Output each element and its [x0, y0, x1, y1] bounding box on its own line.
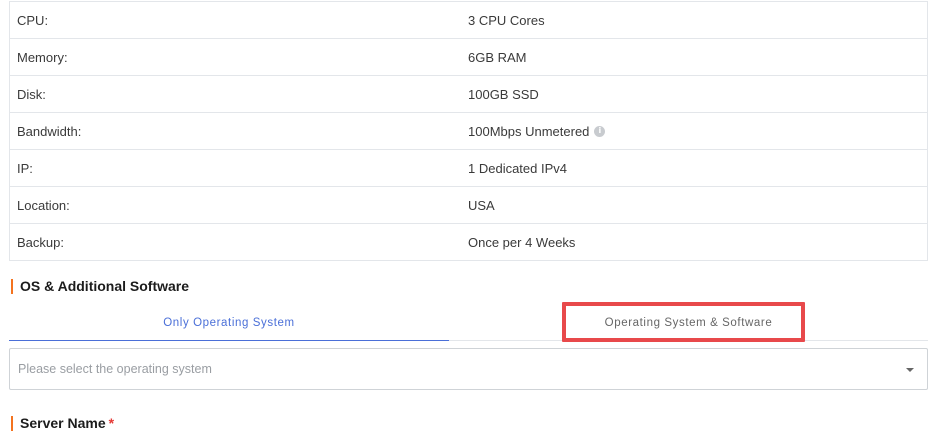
- spec-label: Location:: [17, 197, 70, 213]
- spec-value-text: 100GB SSD: [468, 86, 539, 102]
- highlight-box: [562, 302, 805, 342]
- spec-value-text: USA: [468, 197, 495, 213]
- spec-label: IP:: [17, 160, 33, 176]
- spec-value: 3 CPU Cores: [468, 13, 545, 28]
- spec-row-ip: IP: 1 Dedicated IPv4: [10, 150, 927, 187]
- spec-value: Once per 4 Weeks: [468, 235, 575, 250]
- os-select-dropdown[interactable]: Please select the operating system: [9, 348, 928, 390]
- spec-row-backup: Backup: Once per 4 Weeks: [10, 224, 927, 261]
- spec-value: 1 Dedicated IPv4: [468, 161, 567, 176]
- spec-label: CPU:: [17, 12, 49, 28]
- spec-label: Memory:: [17, 49, 68, 65]
- spec-value: 100GB SSD: [468, 87, 539, 102]
- spec-row-bandwidth: Bandwidth: 100Mbps Unmetered i: [10, 113, 927, 150]
- spec-row-cpu: CPU: 3 CPU Cores: [10, 2, 927, 39]
- chevron-down-icon: [906, 368, 914, 372]
- spec-value-text: 6GB RAM: [468, 49, 527, 65]
- spec-label: Disk:: [17, 86, 46, 102]
- spec-value: 100Mbps Unmetered i: [468, 123, 606, 139]
- spec-value-text: 100Mbps Unmetered: [468, 123, 590, 139]
- os-section-title: OS & Additional Software: [11, 279, 189, 294]
- info-icon[interactable]: i: [594, 125, 606, 137]
- spec-value-text: 1 Dedicated IPv4: [468, 160, 568, 176]
- os-select-placeholder: Please select the operating system: [18, 362, 212, 376]
- server-name-title: Server Name *: [11, 416, 114, 431]
- spec-row-memory: Memory: 6GB RAM: [10, 39, 927, 76]
- spec-value: USA: [468, 198, 495, 213]
- spec-row-location: Location: USA: [10, 187, 927, 224]
- spec-value-text: 3 CPU Cores: [468, 12, 545, 28]
- spec-row-disk: Disk: 100GB SSD: [10, 76, 927, 113]
- specs-table: CPU: 3 CPU Cores Memory: 6GB RAM Disk: 1…: [9, 1, 928, 261]
- spec-value: 6GB RAM: [468, 50, 527, 65]
- server-name-label: Server Name: [20, 415, 106, 431]
- spec-label: Backup:: [17, 234, 64, 250]
- spec-value-text: Once per 4 Weeks: [468, 234, 576, 250]
- required-marker: *: [108, 415, 115, 431]
- tab-only-operating-system[interactable]: Only Operating System: [9, 306, 449, 341]
- spec-label: Bandwidth:: [17, 123, 82, 139]
